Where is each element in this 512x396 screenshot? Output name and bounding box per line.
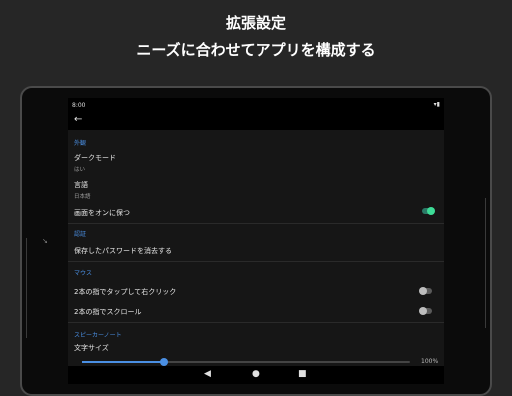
text-size-slider-thumb[interactable] bbox=[160, 358, 168, 366]
keep-screen-on-toggle[interactable] bbox=[422, 207, 435, 215]
divider bbox=[68, 261, 444, 262]
camera-icon: ↘ bbox=[42, 237, 48, 245]
setting-dark-mode-value: はい bbox=[74, 167, 86, 173]
two-finger-scroll-toggle[interactable] bbox=[419, 307, 432, 315]
section-header-speaker-notes: スピーカーノート bbox=[74, 332, 122, 339]
setting-two-finger-scroll[interactable]: 2本の指でスクロール bbox=[74, 307, 141, 317]
nav-back-icon[interactable]: ◀ bbox=[204, 369, 211, 379]
promo-title: 拡張設定 bbox=[225, 14, 286, 32]
section-header-appearance: 外観 bbox=[74, 140, 87, 147]
setting-two-finger-tap-title: 2本の指でタップして右クリック bbox=[74, 288, 177, 296]
settings-screen: 8:00 ▾▮ ← 外観 ダークモード はい 言語 日本語 画面をオンに保つ 認… bbox=[68, 98, 444, 384]
setting-two-finger-scroll-title: 2本の指でスクロール bbox=[74, 308, 142, 316]
setting-language-title: 言語 bbox=[74, 181, 88, 189]
setting-text-size: 文字サイズ bbox=[74, 343, 109, 353]
divider bbox=[68, 322, 444, 323]
text-size-value: 100% bbox=[421, 358, 439, 365]
text-size-slider-fill bbox=[82, 361, 164, 363]
tablet-side-edge-right bbox=[482, 198, 486, 328]
setting-keep-screen-on-title: 画面をオンに保つ bbox=[74, 209, 130, 217]
section-header-mouse: マウス bbox=[74, 270, 93, 277]
divider bbox=[68, 223, 444, 224]
nav-home-icon[interactable]: ● bbox=[252, 369, 260, 379]
setting-language-value: 日本語 bbox=[74, 194, 91, 200]
status-time: 8:00 bbox=[72, 102, 86, 109]
text-size-slider[interactable] bbox=[82, 358, 410, 366]
app-bar: ← bbox=[68, 112, 444, 130]
setting-delete-passwords-title: 保存したパスワードを消去する bbox=[74, 247, 172, 255]
two-finger-tap-toggle[interactable] bbox=[419, 287, 432, 295]
setting-language[interactable]: 言語 日本語 bbox=[74, 180, 91, 200]
setting-two-finger-tap[interactable]: 2本の指でタップして右クリック bbox=[74, 287, 176, 297]
setting-text-size-title: 文字サイズ bbox=[74, 344, 109, 352]
setting-dark-mode-title: ダークモード bbox=[74, 154, 116, 162]
status-bar: 8:00 ▾▮ bbox=[68, 98, 444, 112]
section-header-security: 認証 bbox=[74, 231, 87, 238]
nav-recents-icon[interactable]: ■ bbox=[298, 369, 307, 379]
setting-delete-passwords[interactable]: 保存したパスワードを消去する bbox=[74, 246, 172, 256]
promo-headline: 拡張設定 ニーズに合わせてアプリを構成する bbox=[0, 14, 512, 60]
promo-subtitle: ニーズに合わせてアプリを構成する bbox=[136, 41, 376, 59]
nav-bar: ◀ ● ■ bbox=[68, 366, 444, 384]
back-arrow-icon[interactable]: ← bbox=[74, 114, 82, 125]
setting-keep-screen-on[interactable]: 画面をオンに保つ bbox=[74, 208, 438, 218]
setting-dark-mode[interactable]: ダークモード はい bbox=[74, 153, 116, 173]
tablet-side-edge-left bbox=[26, 238, 30, 338]
status-icons: ▾▮ bbox=[433, 101, 440, 108]
